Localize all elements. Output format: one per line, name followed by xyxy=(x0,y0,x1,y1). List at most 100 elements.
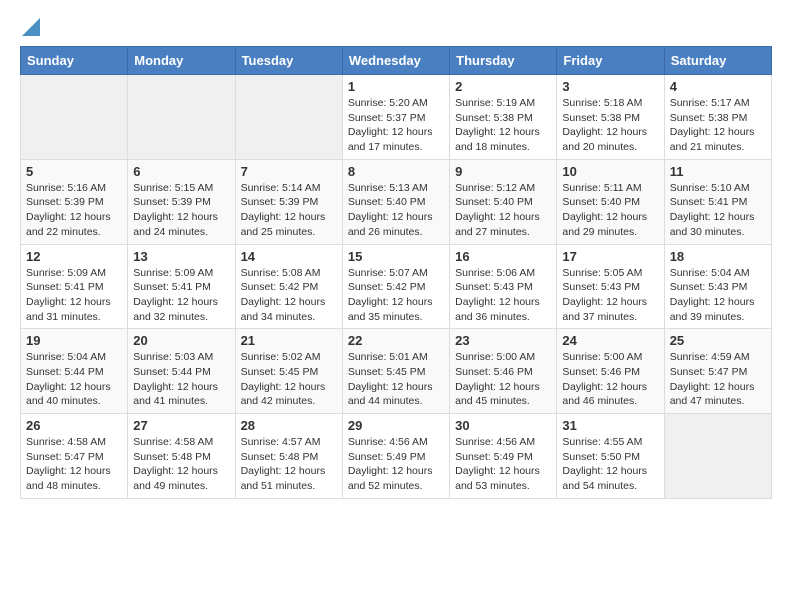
day-number: 28 xyxy=(241,418,337,433)
day-info: Sunrise: 5:13 AMSunset: 5:40 PMDaylight:… xyxy=(348,181,444,240)
day-info: Sunrise: 5:02 AMSunset: 5:45 PMDaylight:… xyxy=(241,350,337,409)
calendar-week-3: 12 Sunrise: 5:09 AMSunset: 5:41 PMDayligh… xyxy=(21,244,772,329)
day-info: Sunrise: 5:17 AMSunset: 5:38 PMDaylight:… xyxy=(670,96,766,155)
day-number: 6 xyxy=(133,164,229,179)
calendar-week-1: 1 Sunrise: 5:20 AMSunset: 5:37 PMDaylight… xyxy=(21,75,772,160)
calendar-cell: 23Sunrise: 5:00 AMSunset: 5:46 PMDayligh… xyxy=(450,329,557,414)
calendar-cell: 22 Sunrise: 5:01 AMSunset: 5:45 PMDayligh… xyxy=(342,329,449,414)
day-number: 7 xyxy=(241,164,337,179)
calendar-cell: 17 Sunrise: 5:05 AMSunset: 5:43 PMDayligh… xyxy=(557,244,664,329)
calendar-cell xyxy=(235,75,342,160)
calendar-cell: 3Sunrise: 5:18 AMSunset: 5:38 PMDaylight… xyxy=(557,75,664,160)
calendar-week-4: 19 Sunrise: 5:04 AMSunset: 5:44 PMDayligh… xyxy=(21,329,772,414)
calendar-cell: 28 Sunrise: 4:57 AMSunset: 5:48 PMDayligh… xyxy=(235,414,342,499)
calendar-week-2: 5 Sunrise: 5:16 AMSunset: 5:39 PMDaylight… xyxy=(21,159,772,244)
calendar-cell: 26 Sunrise: 4:58 AMSunset: 5:47 PMDayligh… xyxy=(21,414,128,499)
day-header-tuesday: Tuesday xyxy=(235,47,342,75)
day-number: 5 xyxy=(26,164,122,179)
calendar-cell: 15 Sunrise: 5:07 AMSunset: 5:42 PMDayligh… xyxy=(342,244,449,329)
day-info: Sunrise: 4:56 AMSunset: 5:49 PMDaylight:… xyxy=(348,435,444,494)
day-info: Sunrise: 5:19 AMSunset: 5:38 PMDaylight:… xyxy=(455,96,551,155)
calendar-cell: 6 Sunrise: 5:15 AMSunset: 5:39 PMDaylight… xyxy=(128,159,235,244)
day-number: 20 xyxy=(133,333,229,348)
calendar-cell xyxy=(128,75,235,160)
day-number: 30 xyxy=(455,418,551,433)
day-info: Sunrise: 5:16 AMSunset: 5:39 PMDaylight:… xyxy=(26,181,122,240)
calendar-cell: 2 Sunrise: 5:19 AMSunset: 5:38 PMDaylight… xyxy=(450,75,557,160)
day-number: 15 xyxy=(348,249,444,264)
day-number: 4 xyxy=(670,79,766,94)
calendar-cell: 20 Sunrise: 5:03 AMSunset: 5:44 PMDayligh… xyxy=(128,329,235,414)
calendar-cell: 11 Sunrise: 5:10 AMSunset: 5:41 PMDayligh… xyxy=(664,159,771,244)
calendar-cell: 5 Sunrise: 5:16 AMSunset: 5:39 PMDaylight… xyxy=(21,159,128,244)
day-info: Sunrise: 4:57 AMSunset: 5:48 PMDaylight:… xyxy=(241,435,337,494)
day-number: 18 xyxy=(670,249,766,264)
day-info: Sunrise: 4:58 AMSunset: 5:48 PMDaylight:… xyxy=(133,435,229,494)
day-header-thursday: Thursday xyxy=(450,47,557,75)
calendar-cell: 29Sunrise: 4:56 AMSunset: 5:49 PMDayligh… xyxy=(342,414,449,499)
day-number: 16 xyxy=(455,249,551,264)
day-header-wednesday: Wednesday xyxy=(342,47,449,75)
day-number: 10 xyxy=(562,164,658,179)
day-info: Sunrise: 5:04 AMSunset: 5:43 PMDaylight:… xyxy=(670,266,766,325)
day-info: Sunrise: 4:56 AMSunset: 5:49 PMDaylight:… xyxy=(455,435,551,494)
calendar-cell: 7 Sunrise: 5:14 AMSunset: 5:39 PMDaylight… xyxy=(235,159,342,244)
logo-arrow-icon xyxy=(22,18,40,36)
day-number: 11 xyxy=(670,164,766,179)
calendar-cell: 10 Sunrise: 5:11 AMSunset: 5:40 PMDayligh… xyxy=(557,159,664,244)
day-info: Sunrise: 5:01 AMSunset: 5:45 PMDaylight:… xyxy=(348,350,444,409)
day-number: 3 xyxy=(562,79,658,94)
day-info: Sunrise: 4:59 AMSunset: 5:47 PMDaylight:… xyxy=(670,350,766,409)
day-info: Sunrise: 5:05 AMSunset: 5:43 PMDaylight:… xyxy=(562,266,658,325)
header-row: SundayMondayTuesdayWednesdayThursdayFrid… xyxy=(21,47,772,75)
day-number: 2 xyxy=(455,79,551,94)
calendar-cell: 27 Sunrise: 4:58 AMSunset: 5:48 PMDayligh… xyxy=(128,414,235,499)
day-info: Sunrise: 5:03 AMSunset: 5:44 PMDaylight:… xyxy=(133,350,229,409)
day-info: Sunrise: 5:14 AMSunset: 5:39 PMDaylight:… xyxy=(241,181,337,240)
day-number: 24 xyxy=(562,333,658,348)
day-info: Sunrise: 5:10 AMSunset: 5:41 PMDaylight:… xyxy=(670,181,766,240)
calendar-cell: 16 Sunrise: 5:06 AMSunset: 5:43 PMDayligh… xyxy=(450,244,557,329)
day-number: 12 xyxy=(26,249,122,264)
day-info: Sunrise: 5:07 AMSunset: 5:42 PMDaylight:… xyxy=(348,266,444,325)
day-info: Sunrise: 5:09 AMSunset: 5:41 PMDaylight:… xyxy=(26,266,122,325)
calendar-cell xyxy=(21,75,128,160)
day-info: Sunrise: 5:12 AMSunset: 5:40 PMDaylight:… xyxy=(455,181,551,240)
calendar-cell: 1 Sunrise: 5:20 AMSunset: 5:37 PMDaylight… xyxy=(342,75,449,160)
calendar-cell: 8 Sunrise: 5:13 AMSunset: 5:40 PMDaylight… xyxy=(342,159,449,244)
day-number: 17 xyxy=(562,249,658,264)
day-number: 1 xyxy=(348,79,444,94)
day-info: Sunrise: 5:15 AMSunset: 5:39 PMDaylight:… xyxy=(133,181,229,240)
day-number: 26 xyxy=(26,418,122,433)
day-info: Sunrise: 5:09 AMSunset: 5:41 PMDaylight:… xyxy=(133,266,229,325)
day-info: Sunrise: 5:04 AMSunset: 5:44 PMDaylight:… xyxy=(26,350,122,409)
calendar: SundayMondayTuesdayWednesdayThursdayFrid… xyxy=(20,46,772,499)
calendar-cell: 19 Sunrise: 5:04 AMSunset: 5:44 PMDayligh… xyxy=(21,329,128,414)
logo xyxy=(20,20,40,36)
calendar-week-5: 26 Sunrise: 4:58 AMSunset: 5:47 PMDayligh… xyxy=(21,414,772,499)
day-info: Sunrise: 5:20 AMSunset: 5:37 PMDaylight:… xyxy=(348,96,444,155)
day-number: 23 xyxy=(455,333,551,348)
day-number: 8 xyxy=(348,164,444,179)
calendar-cell: 12 Sunrise: 5:09 AMSunset: 5:41 PMDayligh… xyxy=(21,244,128,329)
day-info: Sunrise: 5:11 AMSunset: 5:40 PMDaylight:… xyxy=(562,181,658,240)
calendar-cell: 4 Sunrise: 5:17 AMSunset: 5:38 PMDaylight… xyxy=(664,75,771,160)
day-number: 14 xyxy=(241,249,337,264)
day-info: Sunrise: 4:58 AMSunset: 5:47 PMDaylight:… xyxy=(26,435,122,494)
day-number: 21 xyxy=(241,333,337,348)
day-header-friday: Friday xyxy=(557,47,664,75)
day-number: 27 xyxy=(133,418,229,433)
calendar-cell: 25Sunrise: 4:59 AMSunset: 5:47 PMDayligh… xyxy=(664,329,771,414)
calendar-cell: 24 Sunrise: 5:00 AMSunset: 5:46 PMDayligh… xyxy=(557,329,664,414)
day-number: 22 xyxy=(348,333,444,348)
day-info: Sunrise: 5:00 AMSunset: 5:46 PMDaylight:… xyxy=(562,350,658,409)
day-number: 19 xyxy=(26,333,122,348)
day-number: 31 xyxy=(562,418,658,433)
day-header-monday: Monday xyxy=(128,47,235,75)
calendar-cell: 30 Sunrise: 4:56 AMSunset: 5:49 PMDayligh… xyxy=(450,414,557,499)
day-info: Sunrise: 5:06 AMSunset: 5:43 PMDaylight:… xyxy=(455,266,551,325)
calendar-cell: 9Sunrise: 5:12 AMSunset: 5:40 PMDaylight… xyxy=(450,159,557,244)
day-info: Sunrise: 4:55 AMSunset: 5:50 PMDaylight:… xyxy=(562,435,658,494)
calendar-cell: 31 Sunrise: 4:55 AMSunset: 5:50 PMDayligh… xyxy=(557,414,664,499)
calendar-cell xyxy=(664,414,771,499)
